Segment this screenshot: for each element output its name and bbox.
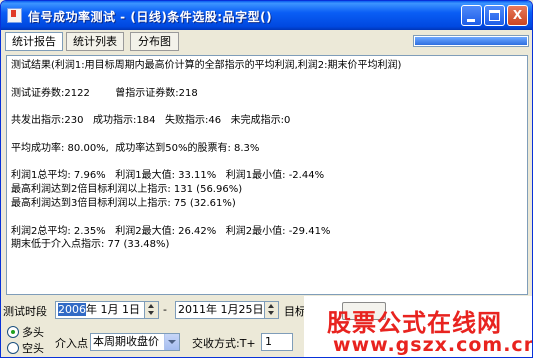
minimize-button[interactable] [461,5,482,26]
maximize-button[interactable] [484,5,505,26]
title-bar[interactable]: 信号成功率测试 - (日线)条件选股:品字型() X [1,1,532,30]
spin-up-icon [268,304,274,308]
spin-up-icon [148,304,154,308]
report-line: 最高利润达到2倍目标利润以上指示: 131 (56.96%) [11,184,243,196]
report-line [11,100,523,114]
progress-bar [413,35,529,47]
watermark-title: 股票公式在线网 [327,309,502,337]
minimize-icon [467,19,475,22]
period-label: 测试时段 [3,305,47,318]
long-label: 多头 [22,326,44,339]
report-line [11,156,523,170]
end-date-value: 2011年 1月25日 [178,303,264,316]
spin-down-icon [148,311,154,315]
report-line: 期末低于介入点指示: 77 (33.48%) [11,239,170,251]
trade-mode-input[interactable]: 1 [261,333,293,351]
report-line: 共发出指示:230 成功指示:184 失败指示:46 未完成指示:0 [11,115,291,127]
range-separator: - [163,303,167,316]
chevron-down-icon[interactable] [164,334,179,350]
entry-point-label: 介入点 [55,337,88,350]
app-window: 信号成功率测试 - (日线)条件选股:品字型() X 统计报告 统计列表 分布图… [0,0,533,358]
start-date-year: 2006 [58,303,86,316]
report-line: 测试结果(利润1:用目标周期内最高价计算的全部指示的平均利润,利润2:期末价平均… [11,60,402,71]
report-line [11,128,523,142]
report-line: 平均成功率: 80.00%, 成功率达到50%的股票有: 8.3% [11,142,260,154]
report-line [11,73,523,87]
report-line: 利润2总平均: 2.35% 利润2最大值: 26.42% 利润2最小值: -29… [11,225,331,237]
app-icon [7,8,22,23]
long-radio[interactable] [7,326,19,338]
end-date-spinner[interactable] [264,302,278,318]
short-label: 空头 [22,342,44,355]
maximize-icon [489,10,500,21]
trade-mode-label: 交收方式:T+ [192,337,256,350]
report-textarea[interactable]: 测试结果(利润1:用目标周期内最高价计算的全部指示的平均利润,利润2:期末价平均… [6,55,528,295]
report-line: 利润1总平均: 7.96% 利润1最大值: 33.11% 利润1最小值: -2.… [11,170,325,182]
report-line: 测试证券数:2122 曾指示证券数:218 [11,87,198,99]
start-date-rest: 年 1月 1日 [86,303,140,316]
spin-down-icon [268,311,274,315]
progress-fill [415,37,527,45]
entry-point-select[interactable]: 本周期收盘价 [90,333,180,351]
end-date-picker[interactable]: 2011年 1月25日 [175,301,279,319]
watermark-url: www.gszx.com.cn [333,334,533,356]
tab-distribution-chart[interactable]: 分布图 [130,32,179,51]
tab-statistics-list[interactable]: 统计列表 [66,32,124,51]
short-radio[interactable] [7,342,19,354]
tab-statistics-report[interactable]: 统计报告 [5,32,63,51]
report-line [11,211,523,225]
window-title: 信号成功率测试 - (日线)条件选股:品字型() [28,10,273,24]
start-date-spinner[interactable] [144,302,158,318]
report-line: 最高利润达到3倍目标利润以上指示: 75 (32.61%) [11,197,236,209]
close-button[interactable]: X [507,5,528,26]
entry-point-value: 本周期收盘价 [93,335,159,348]
start-date-picker[interactable]: 2006年 1月 1日 [55,301,159,319]
